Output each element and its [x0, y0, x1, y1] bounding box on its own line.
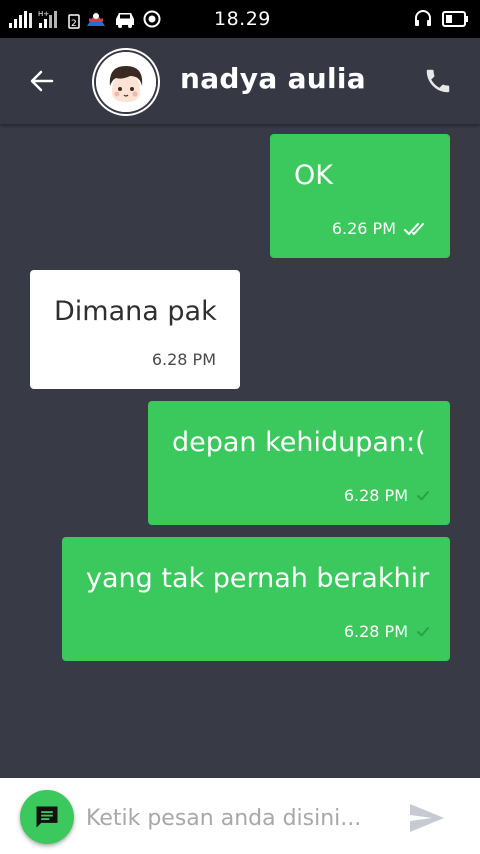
contact-name[interactable]: nadya aulia [180, 62, 366, 95]
app-notification-icon [87, 12, 105, 26]
send-button[interactable] [404, 798, 450, 838]
message-input[interactable] [86, 798, 386, 838]
battery-icon [442, 11, 468, 27]
message-meta: 6.28 PM [344, 486, 430, 505]
message-time: 6.28 PM [151, 350, 216, 369]
back-button[interactable] [24, 63, 60, 99]
avatar[interactable] [96, 52, 156, 112]
call-button[interactable] [420, 63, 456, 99]
svg-text:H+: H+ [38, 10, 49, 18]
back-arrow-icon [30, 70, 54, 92]
message-bubble-outgoing[interactable]: yang tak pernah berakhir 6.28 PM [62, 537, 450, 661]
status-right-icons [414, 6, 470, 32]
avatar-face-icon [96, 52, 156, 112]
message-bubble-outgoing[interactable]: depan kehidupan:( 6.28 PM [148, 401, 450, 525]
signal-bars-icon: H+ [38, 10, 57, 28]
message-composer [0, 778, 480, 854]
message-bubble-incoming[interactable]: Dimana pak 6.28 PM [30, 270, 240, 389]
message-text: yang tak pernah berakhir [86, 563, 430, 594]
location-icon [143, 10, 161, 28]
status-time: 18.29 [214, 8, 271, 30]
message-text: OK [294, 160, 333, 191]
status-left-icons: H+ 2 [8, 6, 162, 32]
sim-2-icon: 2 [68, 14, 80, 29]
message-meta: 6.26 PM [332, 219, 430, 238]
signal-bars-icon [9, 11, 32, 28]
message-meta: 6.28 PM [344, 622, 430, 641]
chat-bubble-icon [36, 806, 58, 828]
svg-text:2: 2 [71, 19, 77, 29]
single-check-icon [417, 626, 429, 636]
message-text: depan kehidupan:( [172, 427, 426, 458]
chat-menu-button[interactable] [20, 790, 74, 844]
double-check-icon [404, 222, 424, 235]
phone-icon [426, 69, 450, 93]
chat-header: nadya aulia [0, 38, 480, 124]
message-time: 6.28 PM [343, 486, 408, 505]
message-text: Dimana pak [54, 296, 217, 327]
status-bar: H+ 2 18.29 [0, 0, 480, 38]
headset-icon [415, 10, 431, 26]
message-time: 6.28 PM [343, 622, 408, 641]
message-meta: 6.28 PM [152, 350, 216, 369]
car-icon [116, 13, 134, 28]
message-time: 6.26 PM [331, 219, 396, 238]
single-check-icon [417, 490, 429, 500]
message-bubble-outgoing[interactable]: OK 6.26 PM [270, 134, 450, 258]
send-icon [410, 804, 444, 832]
